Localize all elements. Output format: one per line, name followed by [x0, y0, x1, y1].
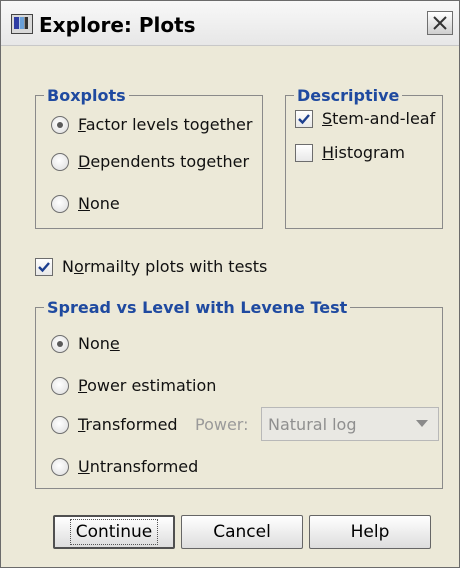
power-estimation-radio[interactable]: Power estimation [51, 376, 216, 395]
checkbox-indicator[interactable] [295, 109, 313, 128]
continue-button-label: Continue [69, 519, 159, 545]
boxplots-legend: Boxplots [44, 86, 129, 105]
factor-levels-together-label: Factor levels together [78, 115, 253, 134]
radio-indicator[interactable] [51, 334, 69, 353]
normality-plots-checkbox[interactable]: Normailty plots with tests [35, 257, 267, 276]
explore-plots-dialog: Explore: Plots Boxplots Factor levels to… [0, 0, 460, 568]
power-select[interactable]: Natural log [261, 407, 439, 441]
power-estimation-label: Power estimation [78, 376, 217, 395]
normality-plots-label: Normailty plots with tests [62, 257, 268, 276]
spss-app-icon [11, 14, 33, 34]
radio-indicator[interactable] [51, 115, 69, 134]
transformed-radio[interactable]: Transformed [51, 415, 178, 434]
checkmark-icon [38, 261, 50, 272]
chevron-down-icon [416, 420, 428, 427]
spread-vs-level-legend: Spread vs Level with Levene Test [44, 298, 351, 317]
descriptive-legend: Descriptive [294, 86, 403, 105]
boxplots-none-label: None [78, 194, 120, 213]
cancel-button[interactable]: Cancel [181, 515, 303, 549]
power-label: Power: [195, 415, 249, 434]
dependents-together-label: Dependents together [78, 152, 250, 171]
spread-none-radio[interactable]: None [51, 334, 120, 353]
spread-none-label: None [78, 334, 120, 353]
checkbox-indicator[interactable] [295, 143, 313, 162]
title-bar[interactable]: Explore: Plots [1, 1, 459, 46]
cancel-button-label: Cancel [213, 522, 271, 542]
power-select-value: Natural log [268, 415, 357, 434]
histogram-label: Histogram [322, 143, 405, 162]
close-icon [433, 16, 447, 30]
radio-indicator[interactable] [51, 152, 69, 171]
dependents-together-radio[interactable]: Dependents together [51, 152, 249, 171]
checkmark-icon [298, 113, 310, 124]
help-button[interactable]: Help [309, 515, 431, 549]
checkbox-indicator[interactable] [35, 257, 53, 276]
stem-and-leaf-label: Stem-and-leaf [322, 109, 436, 128]
untransformed-label: Untransformed [78, 457, 199, 476]
window-title: Explore: Plots [39, 13, 196, 37]
factor-levels-together-radio[interactable]: Factor levels together [51, 115, 252, 134]
help-button-label: Help [350, 522, 390, 542]
close-button[interactable] [427, 11, 453, 35]
continue-button[interactable]: Continue [53, 515, 175, 549]
radio-indicator[interactable] [51, 415, 69, 434]
boxplots-none-radio[interactable]: None [51, 194, 120, 213]
radio-indicator[interactable] [51, 376, 69, 395]
radio-indicator[interactable] [51, 194, 69, 213]
untransformed-radio[interactable]: Untransformed [51, 457, 198, 476]
histogram-checkbox[interactable]: Histogram [295, 143, 405, 162]
transformed-label: Transformed [78, 415, 178, 434]
radio-indicator[interactable] [51, 457, 69, 476]
stem-and-leaf-checkbox[interactable]: Stem-and-leaf [295, 109, 435, 128]
